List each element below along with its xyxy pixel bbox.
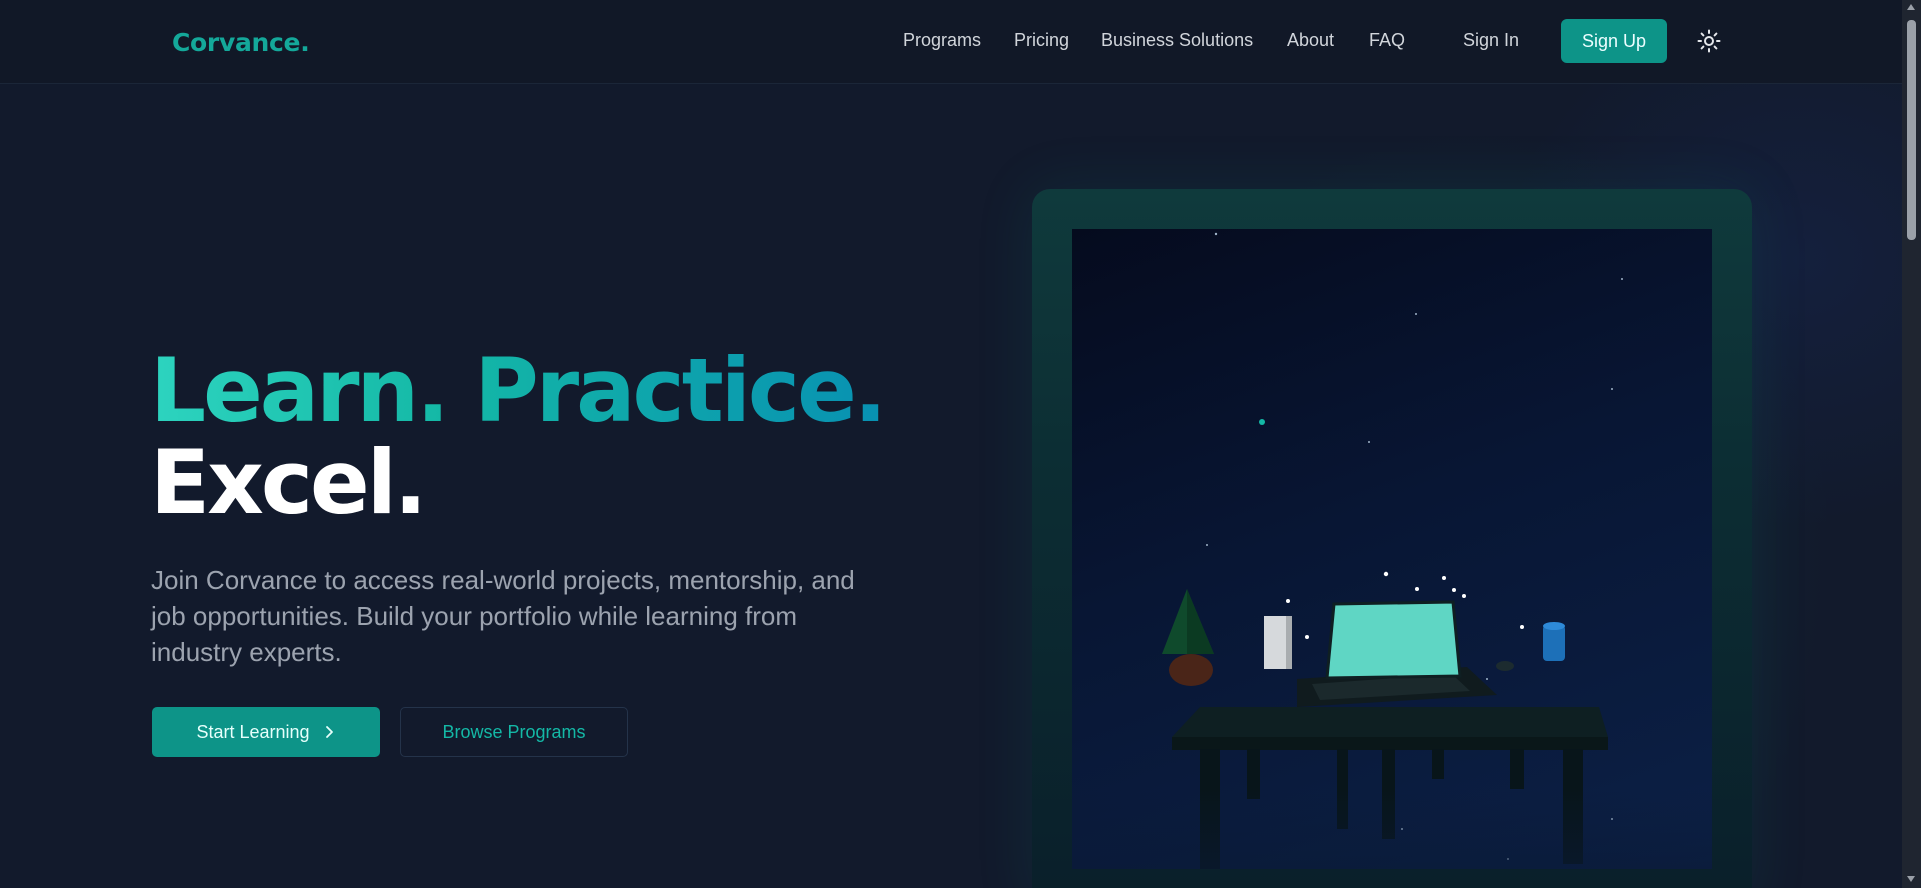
table-top [1172, 707, 1608, 737]
desk-scene-illustration[interactable] [1072, 229, 1712, 869]
brand-logo[interactable]: Corvance. [172, 28, 310, 57]
nav-link-programs[interactable]: Programs [903, 30, 981, 51]
nav-link-faq[interactable]: FAQ [1369, 30, 1405, 51]
navbar: Corvance. Programs Pricing Business Solu… [0, 0, 1902, 84]
browse-programs-button[interactable]: Browse Programs [400, 707, 628, 757]
nav-link-about[interactable]: About [1287, 30, 1334, 51]
sun-icon [1697, 29, 1721, 53]
blue-cup [1543, 625, 1565, 661]
hero-headline-line2: Excel. [150, 431, 427, 534]
theme-toggle-button[interactable] [1696, 28, 1722, 54]
teal-particle [1259, 419, 1265, 425]
plant-pot [1169, 654, 1213, 686]
start-learning-label: Start Learning [196, 721, 310, 742]
sign-up-button[interactable]: Sign Up [1561, 19, 1667, 63]
landing-page: Corvance. Programs Pricing Business Solu… [0, 0, 1921, 888]
nav-link-pricing[interactable]: Pricing [1014, 30, 1069, 51]
scroll-up-icon[interactable] [1907, 4, 1915, 10]
sign-in-link[interactable]: Sign In [1463, 30, 1519, 51]
scrollbar-thumb[interactable] [1907, 20, 1916, 240]
chevron-right-icon [325, 726, 333, 738]
scroll-down-icon[interactable] [1907, 876, 1915, 882]
blue-cup-top [1543, 622, 1565, 630]
white-box-shade [1286, 616, 1292, 669]
vertical-scrollbar[interactable] [1902, 0, 1921, 888]
start-learning-button[interactable]: Start Learning [152, 707, 380, 757]
mouse [1496, 661, 1514, 671]
desk-scene-svg [1072, 232, 1712, 869]
hero-description: Join Corvance to access real-world proje… [151, 565, 855, 667]
nav-link-business-solutions[interactable]: Business Solutions [1101, 30, 1253, 51]
table-edge [1172, 737, 1608, 750]
hero-headline: Learn. Practice. Excel. [150, 339, 887, 534]
laptop-screen [1327, 602, 1460, 678]
star-particles [1206, 232, 1623, 860]
bottom-fade [1072, 789, 1712, 869]
plant-tree-shade [1187, 589, 1214, 654]
hero-headline-line1: Learn. Practice. [150, 339, 887, 442]
